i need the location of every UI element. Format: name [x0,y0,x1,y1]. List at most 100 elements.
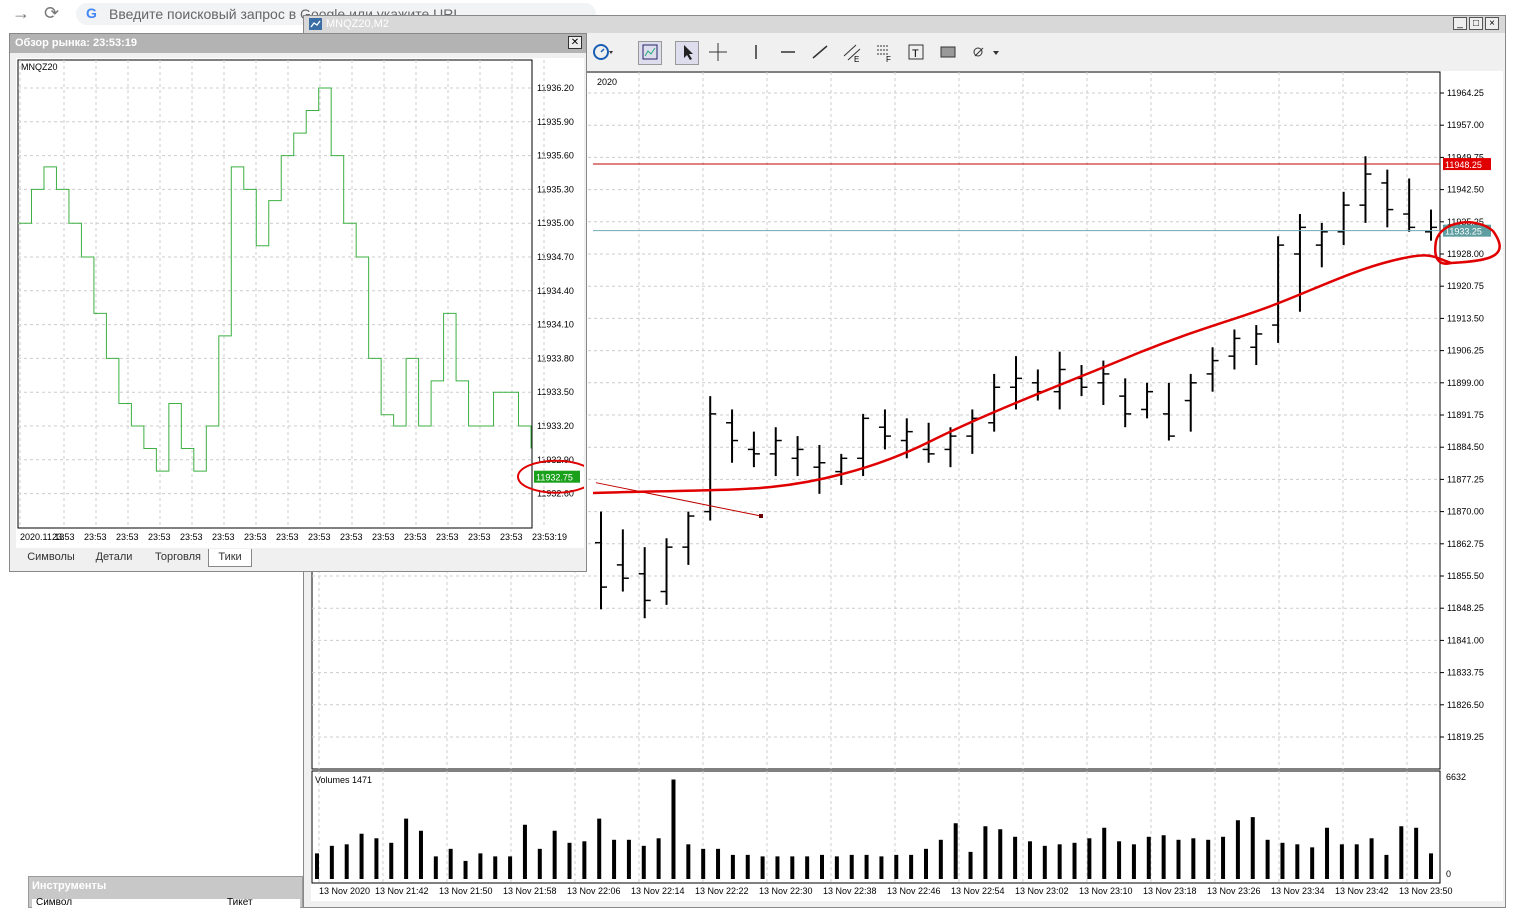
tab-trading[interactable]: Торговля [146,549,210,566]
price-level-label: 11870.00 [1447,507,1484,517]
instruments-title: Инструменты [32,880,107,892]
time-axis-label: 13 Nov 21:50 [439,886,493,896]
volume-scale-min: 0 [1446,869,1451,879]
tick-time-label: 23:53 [276,532,299,542]
tick-price-label: 11935.90 [537,117,574,127]
tick-time-label: 23:53 [500,532,523,542]
tick-time-label: 23:53 [468,532,491,542]
templates-icon[interactable] [638,41,662,65]
market-watch-titlebar: Обзор рынка: 23:53:19 ✕ [10,34,586,53]
price-level-label: 11819.25 [1447,732,1484,742]
market-watch-close-button[interactable]: ✕ [568,36,582,49]
time-axis-label: 13 Nov 21:58 [503,886,557,896]
time-axis-label: 13 Nov 23:02 [1015,886,1069,896]
time-axis-label: 13 Nov 23:42 [1335,886,1389,896]
price-level-label: 11899.00 [1447,378,1484,388]
ask-price-badge: 11948.25 [1445,160,1482,170]
market-watch-title: Обзор рынка: 23:53:19 [15,37,138,49]
periods-clock-icon[interactable] [592,41,614,63]
tick-chart-svg[interactable]: MNQZ20 11936.20 11935.90 11935.60 11935.30 11… [16,58,595,548]
tick-price-label: 11934.70 [537,252,574,262]
tick-time-label: 23:53 [340,532,363,542]
time-axis-label: 13 Nov 22:54 [951,886,1005,896]
shapes-dropdown-icon[interactable] [969,41,1003,63]
time-axis-label: 13 Nov 22:22 [695,886,749,896]
equidistant-channel-icon[interactable]: E [841,41,863,64]
tab-symbols[interactable]: Символы [20,549,82,566]
text-icon[interactable]: T [905,41,927,63]
market-watch-window: Обзор рынка: 23:53:19 ✕ MNQZ20 11936.20 11… [9,33,595,572]
tick-time-label: 23:53 [116,532,139,542]
tick-time-label: 23:53 [436,532,459,542]
time-axis-label: 13 Nov 22:14 [631,886,685,896]
tick-time-label: 23:53:19 [532,532,567,542]
maximize-button[interactable]: □ [1469,17,1483,30]
cursor-icon[interactable] [675,41,699,65]
column-symbol[interactable]: Символ [36,897,72,908]
bid-price-badge: 11933.25 [1445,227,1482,237]
price-level-label: 11891.75 [1447,410,1484,420]
price-level-label: 11928.00 [1447,249,1484,259]
year-label: 2020 [597,77,617,87]
reload-icon[interactable]: ⟳ [44,3,59,24]
price-level-label: 11964.25 [1447,88,1484,98]
tick-price-label: 11933.50 [537,387,574,397]
price-level-label: 11855.50 [1447,571,1484,581]
horizontal-line-icon[interactable] [777,41,799,63]
svg-text:E: E [854,55,859,63]
tick-time-label: 23:53 [212,532,235,542]
tick-chart[interactable]: MNQZ20 11936.20 11935.90 11935.60 11935.30 11… [16,58,595,580]
tick-time-label: 23:53 [148,532,171,542]
price-level-label: 11920.75 [1447,281,1484,291]
price-level-label: 11841.00 [1447,635,1484,645]
price-level-label: 11957.00 [1447,120,1484,130]
time-axis-label: 13 Nov 23:26 [1207,886,1261,896]
tick-price-label: 11935.00 [537,218,574,228]
price-level-label: 11848.25 [1447,603,1484,613]
tick-price-badge: 11932.75 [536,473,573,483]
crosshair-icon[interactable] [707,41,729,63]
price-level-label: 11833.75 [1447,668,1484,678]
volume-scale-max: 6632 [1446,772,1466,782]
column-ticket[interactable]: Тикет [227,897,253,908]
price-level-label: 11906.25 [1447,346,1484,356]
close-button[interactable]: × [1485,17,1499,30]
svg-text:F: F [886,55,891,63]
price-level-label: 11942.50 [1447,185,1484,195]
forward-icon[interactable]: → [12,3,30,24]
tick-price-label: 11936.20 [537,83,574,93]
rectangle-icon[interactable] [937,41,959,63]
time-axis-label: 13 Nov 23:18 [1143,886,1197,896]
time-axis-label: 13 Nov 22:38 [823,886,877,896]
price-level-label: 11913.50 [1447,313,1484,323]
tick-time-label: 23:53 [372,532,395,542]
chart-window-icon [309,18,322,30]
tick-time-label: 23:53 [52,532,75,542]
minimize-button[interactable]: _ [1453,17,1467,30]
tick-time-label: 23:53 [244,532,267,542]
tab-ticks[interactable]: Тики [208,549,252,567]
fibonacci-icon[interactable]: F [873,41,895,64]
chart-window-titlebar: MNQZ20,M2 _ □ × [304,16,1505,33]
svg-text:T: T [912,48,919,60]
tick-price-label: 11934.40 [537,286,574,296]
time-axis-label: 13 Nov 23:50 [1399,886,1453,896]
trendline-icon[interactable] [809,41,831,63]
tick-price-label: 11933.80 [537,353,574,363]
google-icon: G [86,5,97,21]
chart-window-title: MNQZ20,M2 [326,18,389,30]
time-axis-label: 13 Nov 23:10 [1079,886,1133,896]
time-axis-label: 13 Nov 2020 [319,886,370,896]
tick-price-label: 11934.10 [537,320,574,330]
tick-price-label: 11935.30 [537,184,574,194]
tab-details[interactable]: Детали [86,549,142,566]
tick-time-label: 23:53 [308,532,331,542]
price-level-label: 11877.25 [1447,474,1484,484]
tick-price-label: 11933.20 [537,421,574,431]
tick-time-label: 23:53 [180,532,203,542]
vertical-line-icon[interactable] [745,41,767,63]
trendline-anchor [759,514,763,519]
time-axis-label: 13 Nov 22:06 [567,886,621,896]
instruments-panel: Инструменты Символ Тикет [28,876,303,909]
tick-time-label: 23:53 [84,532,107,542]
